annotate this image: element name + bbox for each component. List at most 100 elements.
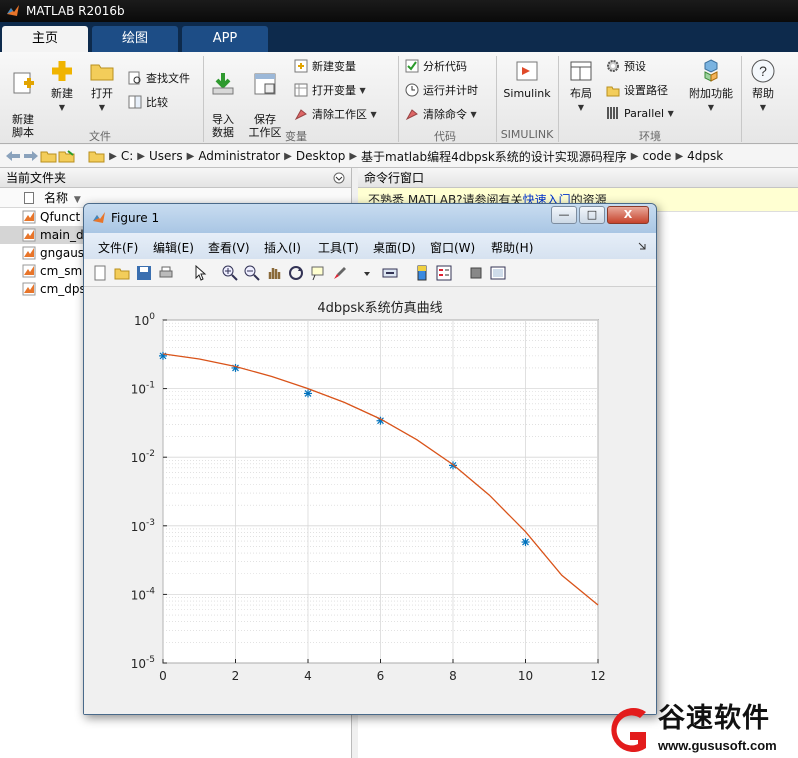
- x-tick-label: 10: [518, 669, 533, 683]
- parallel-button[interactable]: Parallel ▼: [606, 106, 674, 120]
- tab-apps[interactable]: APP: [182, 26, 268, 52]
- zoom-out-icon[interactable]: [244, 265, 260, 281]
- breadcrumb-4dpsk[interactable]: 4dpsk: [687, 149, 723, 163]
- pointer-icon[interactable]: [192, 265, 208, 281]
- minimize-button[interactable]: —: [551, 206, 577, 224]
- set-path-button[interactable]: 设置路径: [606, 82, 668, 98]
- simulink-button[interactable]: Simulink: [502, 58, 552, 100]
- link-plot-icon[interactable]: [382, 265, 398, 281]
- layout-icon: [570, 61, 592, 81]
- save-workspace-icon: [254, 73, 276, 95]
- chart-title: 4dbpsk系统仿真曲线: [317, 301, 442, 316]
- brush-dropdown-icon[interactable]: [364, 271, 370, 277]
- breadcrumb-desktop[interactable]: Desktop: [296, 149, 346, 163]
- breadcrumb-users[interactable]: Users: [149, 149, 183, 163]
- show-plot-tools-icon[interactable]: [490, 265, 506, 281]
- new-script-icon: [13, 72, 34, 94]
- open-variable-button[interactable]: 打开变量 ▼: [294, 82, 366, 98]
- path-separator: ▶: [186, 150, 195, 162]
- menu-edit[interactable]: 编辑(E): [153, 239, 194, 256]
- browse-folder-icon[interactable]: [58, 149, 76, 163]
- folder-icon: [88, 151, 105, 163]
- new-variable-icon: [294, 59, 308, 73]
- open-file-icon[interactable]: [114, 265, 130, 281]
- y-tick-label: 10-4: [131, 586, 156, 602]
- x-tick-label: 4: [304, 669, 312, 683]
- forward-arrow-icon[interactable]: [22, 149, 40, 163]
- import-data-button[interactable]: 导入 数据: [206, 58, 240, 139]
- y-tick-label: 10-5: [131, 655, 155, 671]
- tab-home[interactable]: 主页: [2, 26, 88, 52]
- open-button[interactable]: 打开 ▼: [86, 58, 118, 114]
- menu-file[interactable]: 文件(F): [98, 239, 138, 256]
- ber-simulated-point: [521, 538, 530, 547]
- colorbar-icon[interactable]: [414, 265, 430, 281]
- clear-workspace-button[interactable]: 清除工作区 ▼: [294, 106, 377, 122]
- new-button[interactable]: 新建 ▼: [46, 58, 78, 114]
- figure-toolbar: [84, 259, 656, 287]
- addons-icon: [704, 59, 718, 82]
- new-figure-icon[interactable]: [92, 265, 108, 281]
- matlab-file-icon: [22, 228, 36, 242]
- menu-view[interactable]: 查看(V): [208, 239, 250, 256]
- clear-commands-button[interactable]: 清除命令 ▼: [405, 106, 477, 122]
- set-path-icon: [606, 86, 620, 97]
- layout-button[interactable]: 布局 ▼: [565, 58, 597, 114]
- hide-plot-tools-icon[interactable]: [468, 265, 484, 281]
- print-icon[interactable]: [158, 265, 174, 281]
- section-simulink-label: SIMULINK: [500, 128, 554, 141]
- back-arrow-icon[interactable]: [4, 149, 22, 163]
- breadcrumb-code[interactable]: code: [642, 149, 671, 163]
- zoom-in-icon[interactable]: [222, 265, 238, 281]
- pan-hand-icon[interactable]: [266, 265, 282, 281]
- matlab-file-icon: [22, 246, 36, 260]
- save-icon[interactable]: [136, 265, 152, 281]
- ribbon-separator: [203, 56, 204, 142]
- compare-icon: [128, 95, 142, 109]
- breadcrumb-project-folder[interactable]: 基于matlab编程4dbpsk系统的设计实现源码程序: [361, 148, 627, 165]
- watermark-url: www.gususoft.com: [658, 738, 777, 753]
- preferences-button[interactable]: 预设: [606, 58, 646, 74]
- maximize-button[interactable]: □: [579, 206, 605, 224]
- close-button[interactable]: X: [607, 206, 649, 224]
- tab-plots[interactable]: 绘图: [92, 26, 178, 52]
- parallel-icon: [607, 107, 618, 119]
- menu-help[interactable]: 帮助(H): [491, 239, 533, 256]
- legend-icon[interactable]: [436, 265, 452, 281]
- menu-insert[interactable]: 插入(I): [264, 239, 301, 256]
- brush-icon[interactable]: [332, 265, 348, 281]
- breadcrumb-administrator[interactable]: Administrator: [198, 149, 280, 163]
- current-folder-title: 当前文件夹: [6, 171, 67, 185]
- figure-title-bar[interactable]: Figure 1 — □ X: [84, 204, 656, 233]
- run-and-time-button[interactable]: 运行并计时: [405, 82, 478, 98]
- compare-button[interactable]: 比较: [128, 94, 168, 110]
- find-files-button[interactable]: 查找文件: [128, 70, 190, 86]
- command-window-title: 命令行窗口: [364, 171, 425, 185]
- dock-arrow-icon[interactable]: [638, 242, 646, 250]
- new-script-button[interactable]: 新建 脚本: [6, 58, 40, 139]
- app-title-bar: MATLAB R2016b: [0, 0, 798, 22]
- analyze-code-button[interactable]: 分析代码: [405, 58, 467, 74]
- breadcrumb-c-drive[interactable]: C:: [121, 149, 133, 163]
- addons-button[interactable]: 附加功能 ▼: [686, 58, 736, 114]
- save-workspace-button[interactable]: 保存 工作区: [246, 58, 284, 139]
- up-folder-icon[interactable]: [40, 149, 58, 163]
- pane-menu-icon[interactable]: [333, 172, 345, 184]
- new-variable-button[interactable]: 新建变量: [294, 58, 356, 74]
- figure-menubar: 文件(F) 编辑(E) 查看(V) 插入(I) 工具(T) 桌面(D) 窗口(W…: [84, 233, 656, 259]
- x-tick-label: 12: [590, 669, 605, 683]
- menu-window[interactable]: 窗口(W): [430, 239, 475, 256]
- matlab-file-icon: [22, 282, 36, 296]
- svg-text:?: ?: [759, 63, 767, 79]
- data-cursor-icon[interactable]: [310, 265, 326, 281]
- menu-tools[interactable]: 工具(T): [318, 239, 359, 256]
- ber-simulated-point: [304, 389, 312, 398]
- ribbon-separator: [558, 56, 559, 142]
- rotate-3d-icon[interactable]: [288, 265, 304, 281]
- x-tick-label: 8: [449, 669, 457, 683]
- menu-desktop[interactable]: 桌面(D): [373, 239, 416, 256]
- name-column-label: 名称: [44, 191, 69, 205]
- watermark-brand: 谷速软件: [658, 703, 770, 734]
- help-button[interactable]: ? 帮助 ▼: [746, 58, 780, 114]
- gear-icon: [607, 60, 619, 72]
